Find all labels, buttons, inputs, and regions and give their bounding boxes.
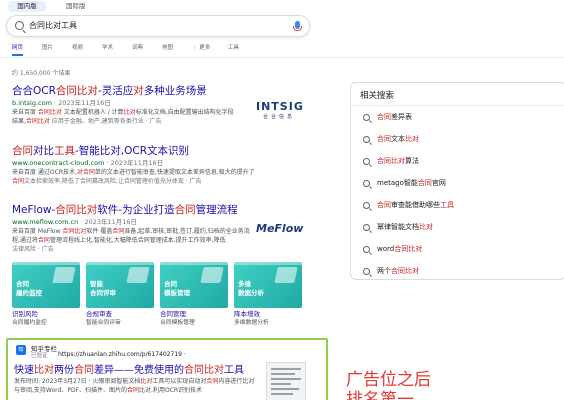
top-bar: 国内版 国际版 — [0, 0, 564, 12]
related-item[interactable]: 合同比对算法 — [377, 156, 419, 166]
related-searches-panel: 相关搜索 合同差异表 合同文本比对 合同比对算法 metago智能合同官网 合同… — [350, 82, 564, 280]
result-url[interactable]: https://zhuanlan.zhihu.com/p/617402719 · — [58, 351, 186, 358]
result-title[interactable]: 合合OCR合同比对-灵活应对多种业务场景 — [12, 84, 234, 98]
search-icon — [363, 136, 370, 143]
result-snippet: 法律风险 · 广告 — [12, 246, 54, 253]
microphone-icon[interactable] — [293, 21, 302, 31]
result-snippet: 来自百度 合同比对 文本配置机器人 / 计算比对标准化文档,自由配置输出结构化字… — [12, 109, 234, 116]
meflow-logo: MeFlow — [256, 222, 304, 235]
card-graphic — [274, 267, 298, 283]
tab-videos[interactable]: 视频 — [72, 43, 83, 53]
search-bar[interactable]: 合同比对工具 — [6, 15, 310, 37]
tab-dictionary[interactable]: 词典 — [132, 43, 143, 53]
card-graphic — [126, 267, 150, 283]
result-snippet: 合同文本检索效率,降低了合同篡改风险,让合同管理价值充分体现 · 广告 — [12, 178, 202, 185]
search-icon — [363, 202, 370, 209]
card-label[interactable]: 识别风险 — [12, 310, 38, 319]
tab-images[interactable]: 图片 — [42, 43, 53, 53]
related-item[interactable]: 两个合同比对 — [377, 266, 419, 276]
result-snippet: 与审阅,支持Word、PDF、扫描件、图片的合同比对,利用OCR识别技术 — [14, 387, 203, 394]
result-title[interactable]: MeFlow-合同比对软件-为企业打造合同管理流程 — [12, 203, 250, 217]
card-graphic — [200, 267, 224, 283]
result-thumbnail[interactable] — [266, 362, 306, 400]
related-item[interactable]: 幂律智能文档比对 — [377, 222, 433, 232]
feature-cards: 合同 履约监控 识别风险 合同履约监控 智能 合同评审 合规审查 智能合同评审 合同… — [12, 262, 302, 326]
search-icon — [363, 246, 370, 253]
result-snippet: 来自百度 通过OCR技术,对合同单的文本进行智能审查,快速提取文本差异信息,极大… — [12, 169, 255, 176]
result-snippet: 程,通过将合同管理流程线上化,智能化,大幅降低合同管理成本,提升工作效率,降低 — [12, 237, 226, 244]
related-item[interactable]: 合同差异表 — [377, 112, 412, 122]
search-icon — [363, 114, 370, 121]
feature-card[interactable]: 合同 模板管理 — [160, 262, 228, 308]
verified-badge: 已验证 — [31, 353, 48, 359]
search-result: 合同对比工具-智能比对,OCR文本识别 www.onecontract-clou… — [12, 144, 255, 186]
search-icon — [363, 158, 370, 165]
related-item[interactable]: 合同审查能借助哪些工具 — [377, 200, 454, 210]
highlighted-result: 知 知乎专栏 已验证 https://zhuanlan.zhihu.com/p/… — [6, 338, 328, 400]
tab-domestic[interactable]: 国内版 — [8, 1, 46, 12]
result-url[interactable]: www.meflow.com.cn · 2023年11月16日 — [12, 217, 250, 227]
feature-card[interactable]: 智能 合同评审 — [86, 262, 154, 308]
result-snippet: 发布时间: 2023年3月27日 · 火眼审阅智能文档比对工具可以实现自动对合同… — [14, 378, 255, 385]
result-snippet: 来自百度 MeFlow 合同比对软件 覆盖合同准备,起草,审核,审批,签订,履约… — [12, 228, 250, 235]
related-item[interactable]: 合同文本比对 — [377, 134, 419, 144]
search-nav: 网页 图片 视频 学术 词典 地图 ⋮ 更多 工具 — [0, 43, 564, 57]
feature-card[interactable]: 合同 履约监控 — [12, 262, 80, 308]
result-url[interactable]: www.onecontract-cloud.com · 2023年11月16日 — [12, 158, 255, 168]
tab-academic[interactable]: 学术 — [102, 43, 113, 53]
search-result: 合合OCR合同比对-灵活应对多种业务场景 b.intsig.com · 2023… — [12, 84, 234, 126]
intsig-logo: INTSIG 合合信息 — [256, 100, 304, 120]
result-url[interactable]: b.intsig.com · 2023年11月16日 — [12, 98, 234, 108]
tab-international[interactable]: 国际版 — [66, 1, 86, 12]
feature-card[interactable]: 多维 数据分析 — [234, 262, 302, 308]
search-icon — [363, 180, 370, 187]
search-input[interactable]: 合同比对工具 — [29, 20, 77, 32]
result-stats: 约 1,650,000 个结果 — [12, 70, 71, 77]
related-title: 相关搜索 — [360, 91, 395, 101]
card-label[interactable]: 合同管理 — [160, 310, 186, 319]
card-subtitle: 合同模板管理 — [160, 320, 195, 326]
card-subtitle: 多维数据分析 — [234, 320, 269, 326]
tab-tools[interactable]: 工具 — [228, 43, 239, 53]
card-label[interactable]: 合规审查 — [86, 310, 112, 319]
search-result: MeFlow-合同比对软件-为企业打造合同管理流程 www.meflow.com… — [12, 203, 250, 254]
annotation-text: 广告位之后 排名第一 — [346, 370, 431, 400]
search-icon — [363, 268, 370, 275]
tab-maps[interactable]: 地图 — [162, 43, 173, 53]
tab-more[interactable]: ⋮ 更多 — [192, 43, 210, 53]
search-icon — [15, 21, 24, 30]
result-snippet: 结果,合同比对 应用于金融、地产,建筑等各类行业 · 广告 — [12, 118, 162, 125]
card-subtitle: 合同履约监控 — [12, 320, 47, 326]
search-icon — [363, 224, 370, 231]
related-item[interactable]: word合同比对 — [377, 244, 422, 254]
tab-web[interactable]: 网页 — [12, 43, 24, 56]
related-item[interactable]: metago智能合同官网 — [377, 178, 446, 188]
card-label[interactable]: 降本增效 — [234, 310, 260, 319]
card-graphic — [52, 267, 76, 283]
result-title[interactable]: 合同对比工具-智能比对,OCR文本识别 — [12, 144, 255, 158]
nav-divider — [0, 57, 564, 58]
result-title[interactable]: 快速比对两份合同差异——免费使用的合同比对工具 — [14, 361, 244, 376]
divider — [351, 105, 564, 106]
zhihu-icon: 知 — [16, 345, 26, 355]
card-subtitle: 智能合同评审 — [86, 320, 121, 326]
